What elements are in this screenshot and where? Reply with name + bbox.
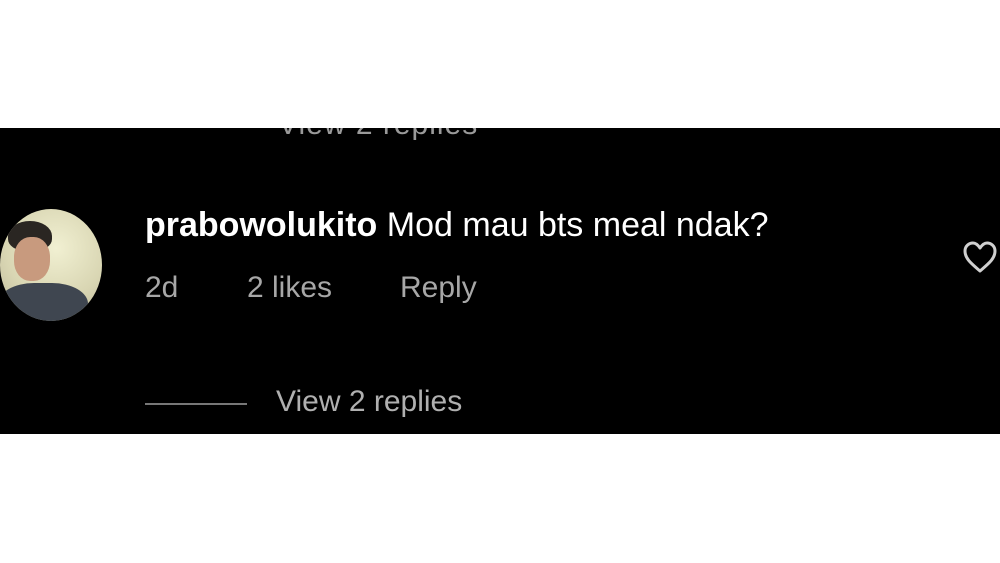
reply-button[interactable]: Reply	[400, 271, 477, 305]
avatar-body	[0, 283, 88, 321]
comment-likes[interactable]: 2 likes	[247, 271, 332, 305]
page: View 2 replies prabowolukito Mod mau bts…	[0, 0, 1000, 563]
avatar[interactable]	[0, 209, 102, 321]
heart-outline-icon[interactable]	[962, 240, 998, 274]
previous-view-replies-link[interactable]: View 2 replies	[278, 128, 478, 142]
avatar-face	[14, 237, 50, 281]
username[interactable]: prabowolukito	[145, 206, 377, 244]
comment-time: 2d	[145, 271, 179, 304]
comment-text: Mod mau bts meal ndak?	[386, 206, 769, 244]
replies-divider	[145, 403, 247, 405]
comment-text-line: prabowolukito Mod mau bts meal ndak?	[145, 206, 769, 245]
view-replies-link[interactable]: View 2 replies	[276, 385, 462, 419]
